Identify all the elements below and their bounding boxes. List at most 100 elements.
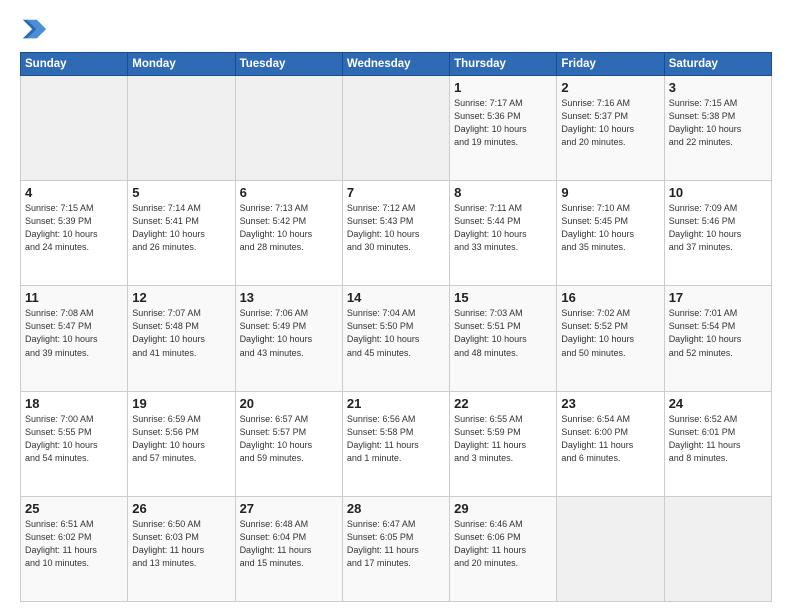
weekday-header-friday: Friday [557, 53, 664, 76]
day-info: Sunrise: 6:46 AM Sunset: 6:06 PM Dayligh… [454, 518, 552, 570]
day-number: 27 [240, 501, 338, 516]
day-info: Sunrise: 7:11 AM Sunset: 5:44 PM Dayligh… [454, 202, 552, 254]
calendar-cell: 16 Sunrise: 7:02 AM Sunset: 5:52 PM Dayli… [557, 286, 664, 391]
day-info: Sunrise: 6:56 AM Sunset: 5:58 PM Dayligh… [347, 413, 445, 465]
day-number: 1 [454, 80, 552, 95]
calendar-cell: 6 Sunrise: 7:13 AM Sunset: 5:42 PM Daylig… [235, 181, 342, 286]
day-info: Sunrise: 7:09 AM Sunset: 5:46 PM Dayligh… [669, 202, 767, 254]
calendar-cell: 29 Sunrise: 6:46 AM Sunset: 6:06 PM Dayli… [450, 496, 557, 601]
calendar-cell: 21 Sunrise: 6:56 AM Sunset: 5:58 PM Dayli… [342, 391, 449, 496]
day-info: Sunrise: 7:02 AM Sunset: 5:52 PM Dayligh… [561, 307, 659, 359]
calendar-week-5: 25 Sunrise: 6:51 AM Sunset: 6:02 PM Dayli… [21, 496, 772, 601]
day-info: Sunrise: 7:06 AM Sunset: 5:49 PM Dayligh… [240, 307, 338, 359]
day-number: 19 [132, 396, 230, 411]
calendar-cell: 2 Sunrise: 7:16 AM Sunset: 5:37 PM Daylig… [557, 76, 664, 181]
calendar-cell: 15 Sunrise: 7:03 AM Sunset: 5:51 PM Dayli… [450, 286, 557, 391]
calendar-cell: 27 Sunrise: 6:48 AM Sunset: 6:04 PM Dayli… [235, 496, 342, 601]
calendar-cell: 8Sunrise: 7:11 AM Sunset: 5:44 PM Daylig… [450, 181, 557, 286]
header [20, 16, 772, 44]
day-info: Sunrise: 7:03 AM Sunset: 5:51 PM Dayligh… [454, 307, 552, 359]
logo [20, 16, 52, 44]
calendar-cell [235, 76, 342, 181]
day-info: Sunrise: 6:48 AM Sunset: 6:04 PM Dayligh… [240, 518, 338, 570]
day-number: 2 [561, 80, 659, 95]
calendar-cell: 22Sunrise: 6:55 AM Sunset: 5:59 PM Dayli… [450, 391, 557, 496]
day-info: Sunrise: 7:15 AM Sunset: 5:38 PM Dayligh… [669, 97, 767, 149]
day-number: 26 [132, 501, 230, 516]
day-number: 17 [669, 290, 767, 305]
calendar-cell: 26Sunrise: 6:50 AM Sunset: 6:03 PM Dayli… [128, 496, 235, 601]
day-info: Sunrise: 7:08 AM Sunset: 5:47 PM Dayligh… [25, 307, 123, 359]
calendar-week-2: 4 Sunrise: 7:15 AM Sunset: 5:39 PM Daylig… [21, 181, 772, 286]
calendar-cell [128, 76, 235, 181]
day-info: Sunrise: 6:59 AM Sunset: 5:56 PM Dayligh… [132, 413, 230, 465]
calendar-cell: 19 Sunrise: 6:59 AM Sunset: 5:56 PM Dayli… [128, 391, 235, 496]
day-info: Sunrise: 7:07 AM Sunset: 5:48 PM Dayligh… [132, 307, 230, 359]
day-number: 28 [347, 501, 445, 516]
calendar-cell [21, 76, 128, 181]
day-info: Sunrise: 7:04 AM Sunset: 5:50 PM Dayligh… [347, 307, 445, 359]
day-info: Sunrise: 7:15 AM Sunset: 5:39 PM Dayligh… [25, 202, 123, 254]
calendar-cell: 17 Sunrise: 7:01 AM Sunset: 5:54 PM Dayli… [664, 286, 771, 391]
day-info: Sunrise: 7:13 AM Sunset: 5:42 PM Dayligh… [240, 202, 338, 254]
day-info: Sunrise: 7:00 AM Sunset: 5:55 PM Dayligh… [25, 413, 123, 465]
day-number: 11 [25, 290, 123, 305]
day-info: Sunrise: 6:51 AM Sunset: 6:02 PM Dayligh… [25, 518, 123, 570]
page: SundayMondayTuesdayWednesdayThursdayFrid… [0, 0, 792, 612]
day-number: 7 [347, 185, 445, 200]
calendar-cell: 4 Sunrise: 7:15 AM Sunset: 5:39 PM Daylig… [21, 181, 128, 286]
day-number: 4 [25, 185, 123, 200]
calendar-cell: 3 Sunrise: 7:15 AM Sunset: 5:38 PM Daylig… [664, 76, 771, 181]
day-number: 22 [454, 396, 552, 411]
day-info: Sunrise: 7:14 AM Sunset: 5:41 PM Dayligh… [132, 202, 230, 254]
day-number: 12 [132, 290, 230, 305]
calendar-cell: 1 Sunrise: 7:17 AM Sunset: 5:36 PM Daylig… [450, 76, 557, 181]
weekday-header-monday: Monday [128, 53, 235, 76]
day-info: Sunrise: 7:12 AM Sunset: 5:43 PM Dayligh… [347, 202, 445, 254]
calendar-cell: 7 Sunrise: 7:12 AM Sunset: 5:43 PM Daylig… [342, 181, 449, 286]
day-number: 15 [454, 290, 552, 305]
calendar-cell: 9Sunrise: 7:10 AM Sunset: 5:45 PM Daylig… [557, 181, 664, 286]
calendar-cell: 24Sunrise: 6:52 AM Sunset: 6:01 PM Dayli… [664, 391, 771, 496]
calendar-cell: 25 Sunrise: 6:51 AM Sunset: 6:02 PM Dayli… [21, 496, 128, 601]
day-number: 16 [561, 290, 659, 305]
day-number: 24 [669, 396, 767, 411]
weekday-header-wednesday: Wednesday [342, 53, 449, 76]
weekday-header-saturday: Saturday [664, 53, 771, 76]
calendar-cell [342, 76, 449, 181]
day-number: 14 [347, 290, 445, 305]
day-number: 29 [454, 501, 552, 516]
weekday-header-row: SundayMondayTuesdayWednesdayThursdayFrid… [21, 53, 772, 76]
day-info: Sunrise: 7:16 AM Sunset: 5:37 PM Dayligh… [561, 97, 659, 149]
weekday-header-tuesday: Tuesday [235, 53, 342, 76]
day-info: Sunrise: 6:54 AM Sunset: 6:00 PM Dayligh… [561, 413, 659, 465]
calendar-cell: 14 Sunrise: 7:04 AM Sunset: 5:50 PM Dayli… [342, 286, 449, 391]
logo-icon [20, 16, 48, 44]
day-number: 18 [25, 396, 123, 411]
day-number: 6 [240, 185, 338, 200]
day-number: 21 [347, 396, 445, 411]
calendar-cell [557, 496, 664, 601]
calendar-cell: 10 Sunrise: 7:09 AM Sunset: 5:46 PM Dayli… [664, 181, 771, 286]
day-number: 3 [669, 80, 767, 95]
calendar-cell: 11 Sunrise: 7:08 AM Sunset: 5:47 PM Dayli… [21, 286, 128, 391]
day-number: 20 [240, 396, 338, 411]
calendar-cell: 13 Sunrise: 7:06 AM Sunset: 5:49 PM Dayli… [235, 286, 342, 391]
day-info: Sunrise: 7:17 AM Sunset: 5:36 PM Dayligh… [454, 97, 552, 149]
calendar-cell: 20 Sunrise: 6:57 AM Sunset: 5:57 PM Dayli… [235, 391, 342, 496]
day-number: 10 [669, 185, 767, 200]
day-info: Sunrise: 6:47 AM Sunset: 6:05 PM Dayligh… [347, 518, 445, 570]
calendar-cell: 28 Sunrise: 6:47 AM Sunset: 6:05 PM Dayli… [342, 496, 449, 601]
calendar-week-4: 18 Sunrise: 7:00 AM Sunset: 5:55 PM Dayli… [21, 391, 772, 496]
weekday-header-sunday: Sunday [21, 53, 128, 76]
calendar-cell: 23Sunrise: 6:54 AM Sunset: 6:00 PM Dayli… [557, 391, 664, 496]
day-info: Sunrise: 7:01 AM Sunset: 5:54 PM Dayligh… [669, 307, 767, 359]
day-number: 13 [240, 290, 338, 305]
calendar-week-3: 11 Sunrise: 7:08 AM Sunset: 5:47 PM Dayli… [21, 286, 772, 391]
calendar-cell: 18 Sunrise: 7:00 AM Sunset: 5:55 PM Dayli… [21, 391, 128, 496]
calendar-cell: 5 Sunrise: 7:14 AM Sunset: 5:41 PM Daylig… [128, 181, 235, 286]
day-info: Sunrise: 7:10 AM Sunset: 5:45 PM Dayligh… [561, 202, 659, 254]
day-info: Sunrise: 6:57 AM Sunset: 5:57 PM Dayligh… [240, 413, 338, 465]
day-number: 5 [132, 185, 230, 200]
day-number: 25 [25, 501, 123, 516]
